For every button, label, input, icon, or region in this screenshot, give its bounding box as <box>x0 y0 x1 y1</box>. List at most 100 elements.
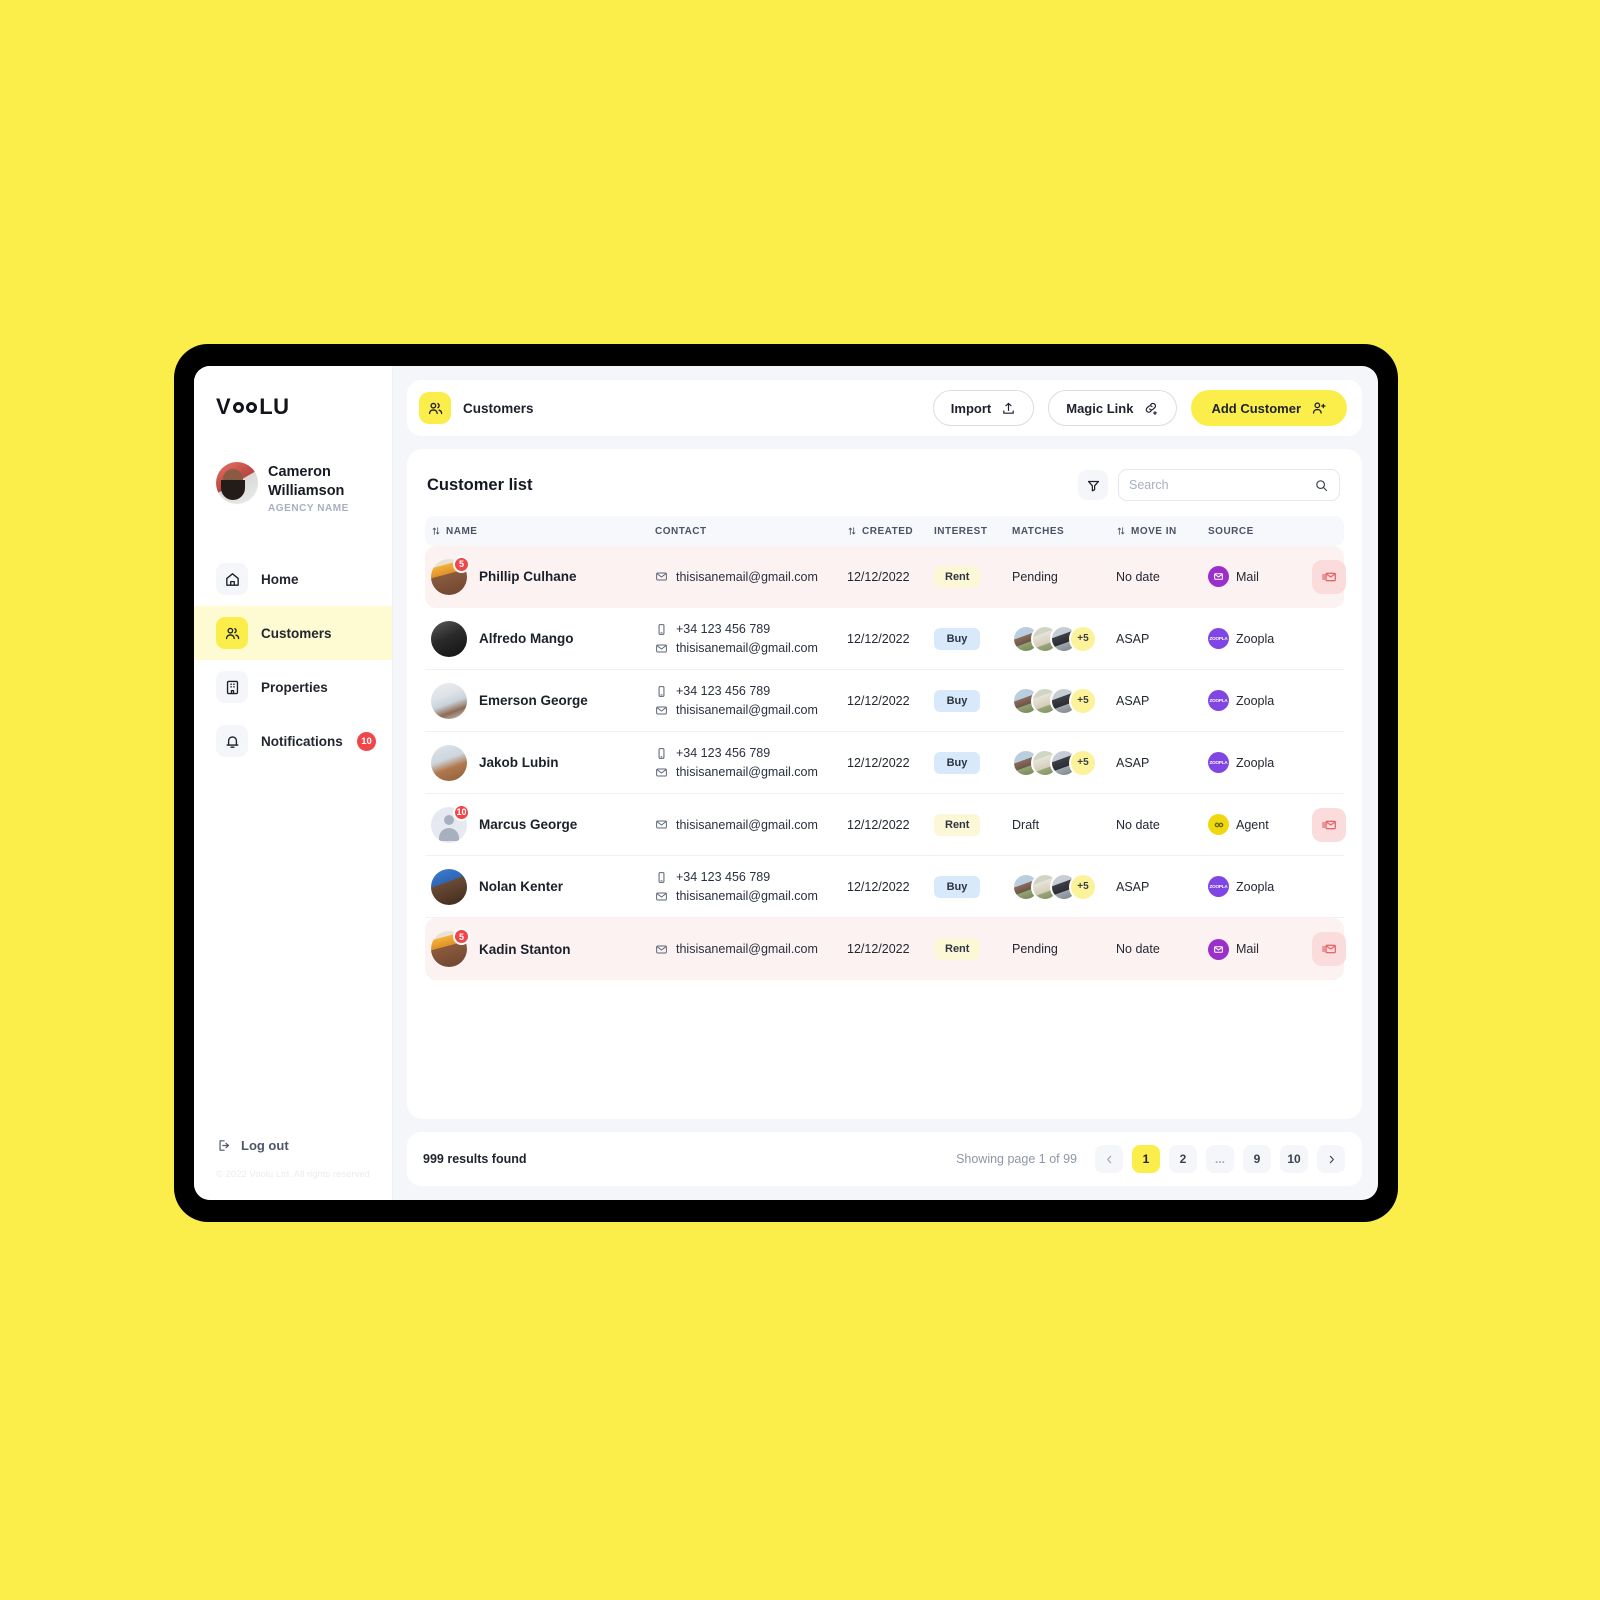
sidebar-item-properties[interactable]: Properties <box>194 660 392 714</box>
zoopla-badge-icon: ZOOPLA <box>1208 628 1229 649</box>
cell-source: ZOOPLA Zoopla <box>1208 876 1312 897</box>
add-customer-button[interactable]: Add Customer <box>1191 390 1347 426</box>
interest-badge: Buy <box>934 875 980 898</box>
cell-source: Mail <box>1208 938 1312 960</box>
logout-button[interactable]: Log out <box>216 1138 370 1153</box>
table-row[interactable]: 10 Marcus George thisisanemail@gmail.com 12… <box>425 794 1346 856</box>
users-icon <box>419 392 451 424</box>
table-row[interactable]: Alfredo Mango +34 123 456 789 thisisanemai… <box>425 608 1344 670</box>
customer-rows: 5 Phillip Culhane thisisanemail@gmail.com 1… <box>425 546 1346 980</box>
link-icon <box>1143 400 1159 416</box>
unread-mail-icon[interactable] <box>1312 932 1346 966</box>
match-avatars[interactable]: +5 <box>1012 624 1097 653</box>
match-avatars[interactable]: +5 <box>1012 748 1097 777</box>
prev-page-button[interactable] <box>1095 1145 1123 1173</box>
import-button[interactable]: Import <box>932 390 1035 426</box>
page-button-2[interactable]: 2 <box>1169 1145 1197 1173</box>
email-value: thisisanemail@gmail.com <box>676 569 818 584</box>
table-row[interactable]: 5 Kadin Stanton thisisanemail@gmail.com 12/… <box>425 918 1346 980</box>
cell-contact: thisisanemail@gmail.com <box>655 942 847 956</box>
magic-link-button[interactable]: Magic Link <box>1048 390 1178 426</box>
sort-icon <box>1116 526 1126 536</box>
phone-icon <box>655 747 668 760</box>
mail-icon <box>655 570 668 583</box>
cell-matches: +5 <box>1012 686 1116 715</box>
cell-interest: Rent <box>934 813 1012 836</box>
cell-contact: +34 123 456 789 thisisanemail@gmail.com <box>655 870 847 903</box>
cell-name: 5 Phillip Culhane <box>431 555 655 595</box>
logo-text-left: V <box>216 394 232 419</box>
sidebar-item-notifications[interactable]: Notifications 10 <box>194 714 392 768</box>
sidebar-item-customers[interactable]: Customers <box>194 606 392 661</box>
contact-email: thisisanemail@gmail.com <box>655 889 818 903</box>
page-button-9[interactable]: 9 <box>1243 1145 1271 1173</box>
mail-badge-icon <box>1208 566 1229 587</box>
next-page-button[interactable] <box>1317 1145 1345 1173</box>
cell-created: 12/12/2022 <box>847 569 910 584</box>
cell-name: 5 Kadin Stanton <box>431 928 655 967</box>
cell-name: Nolan Kenter <box>431 868 655 905</box>
cell-name: Jakob Lubin <box>431 744 655 781</box>
interest-badge: Rent <box>934 565 981 588</box>
search-input[interactable] <box>1129 478 1308 492</box>
customer-avatar: 10 <box>431 803 470 843</box>
match-avatars[interactable]: +5 <box>1012 872 1097 901</box>
cell-created: 12/12/2022 <box>847 817 910 832</box>
match-avatars[interactable]: +5 <box>1012 686 1097 715</box>
cell-created: 12/12/2022 <box>847 631 910 646</box>
table-row[interactable]: Nolan Kenter +34 123 456 789 thisisanemail… <box>425 856 1344 918</box>
column-header-interest: INTEREST <box>934 526 1012 537</box>
cell-contact: +34 123 456 789 thisisanemail@gmail.com <box>655 684 847 717</box>
column-label: CREATED <box>862 525 914 537</box>
search-box[interactable] <box>1118 469 1340 501</box>
app-screen: V LU Cameron Williamson AGENCY NAME Home… <box>194 366 1378 1200</box>
cell-matches: +5 <box>1012 624 1116 653</box>
building-icon <box>216 671 248 704</box>
mail-badge-icon <box>1208 938 1229 960</box>
phone-value: +34 123 456 789 <box>676 684 771 698</box>
cell-name: 10 Marcus George <box>431 803 655 843</box>
page-button-1[interactable]: 1 <box>1132 1145 1160 1173</box>
source-label: Mail <box>1236 942 1259 956</box>
logout-icon <box>216 1138 231 1153</box>
cell-move-in: ASAP <box>1116 631 1150 646</box>
column-header-created[interactable]: CREATED <box>847 526 934 537</box>
unread-mail-icon[interactable] <box>1312 559 1346 594</box>
magic-link-label: Magic Link <box>1066 400 1134 416</box>
sidebar-item-home[interactable]: Home <box>194 552 392 606</box>
page-button-10[interactable]: 10 <box>1280 1145 1308 1173</box>
source-label: Mail <box>1236 569 1259 584</box>
unread-mail-icon[interactable] <box>1312 807 1346 842</box>
main-content: Customers Import Magic Link Add Customer… <box>393 366 1378 1200</box>
avatar <box>431 744 467 781</box>
logo[interactable]: V LU <box>194 366 392 420</box>
column-header-move-in[interactable]: MOVE IN <box>1116 526 1208 537</box>
cell-move-in: ASAP <box>1116 755 1150 770</box>
sort-icon <box>431 526 441 536</box>
cell-matches: Pending <box>1012 570 1116 584</box>
email-value: thisisanemail@gmail.com <box>676 641 818 655</box>
table-row[interactable]: Emerson George +34 123 456 789 thisisanema… <box>425 670 1344 732</box>
copyright: © 2022 Voolu Ltd. All rights reserved <box>216 1169 370 1180</box>
table-row[interactable]: 5 Phillip Culhane thisisanemail@gmail.com 1… <box>425 546 1346 608</box>
profile[interactable]: Cameron Williamson AGENCY NAME <box>194 420 392 514</box>
cell-created: 12/12/2022 <box>847 693 910 708</box>
match-status: Pending <box>1012 569 1058 584</box>
mail-icon <box>655 818 668 831</box>
import-label: Import <box>950 400 992 416</box>
filter-button[interactable] <box>1078 470 1108 500</box>
cell-contact: thisisanemail@gmail.com <box>655 570 847 584</box>
match-overflow-count: +5 <box>1069 748 1097 777</box>
customer-avatar <box>431 682 467 719</box>
column-header-name[interactable]: NAME <box>431 526 655 537</box>
table-row[interactable]: Jakob Lubin +34 123 456 789 thisisanemail@… <box>425 732 1344 794</box>
zoopla-badge-icon: ZOOPLA <box>1208 690 1229 711</box>
cell-actions <box>1312 807 1346 842</box>
mail-icon <box>655 766 668 779</box>
match-overflow-count: +5 <box>1069 686 1097 715</box>
search-icon[interactable] <box>1314 478 1329 493</box>
email-value: thisisanemail@gmail.com <box>676 765 818 779</box>
page-ellipsis: ... <box>1206 1145 1234 1173</box>
customer-name: Phillip Culhane <box>479 569 577 584</box>
logo-oo-glyph <box>233 401 258 413</box>
